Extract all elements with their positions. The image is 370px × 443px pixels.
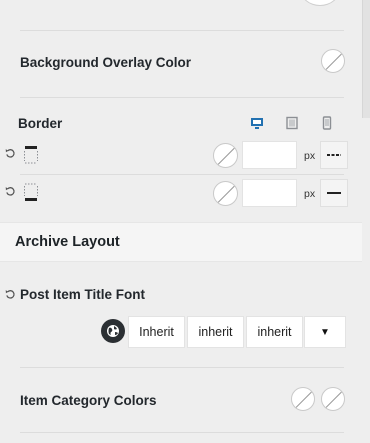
divider	[20, 432, 344, 433]
archive-layout-title: Archive Layout	[15, 234, 120, 250]
border-bottom-color-swatch[interactable]	[213, 181, 238, 206]
mobile-icon[interactable]	[320, 116, 334, 130]
archive-layout-section[interactable]: Archive Layout	[0, 222, 362, 262]
chevron-down-icon: ▼	[320, 326, 330, 338]
solid-line-icon	[327, 192, 341, 194]
dashed-line-icon	[327, 154, 341, 156]
background-overlay-color-swatch[interactable]	[321, 49, 345, 73]
post-item-title-font-label: Post Item Title Font	[20, 287, 146, 302]
reset-icon[interactable]	[5, 186, 16, 197]
border-top-unit[interactable]: px	[304, 150, 315, 162]
border-label: Border	[18, 116, 63, 131]
divider	[20, 97, 344, 98]
divider	[20, 30, 344, 31]
border-top-side-icon	[24, 146, 38, 164]
divider	[20, 367, 344, 368]
font-weight-select[interactable]: inherit	[187, 316, 244, 348]
border-bottom-style-select[interactable]	[320, 179, 348, 207]
border-bottom-width-input[interactable]	[242, 179, 297, 207]
border-bottom-unit[interactable]: px	[304, 188, 315, 200]
border-bottom-side-icon	[24, 183, 38, 201]
font-size-select[interactable]: inherit	[246, 316, 303, 348]
border-top-width-input[interactable]	[242, 141, 297, 169]
scrollbar[interactable]	[362, 0, 370, 118]
tablet-icon[interactable]	[285, 116, 299, 130]
reset-icon[interactable]	[5, 148, 16, 159]
desktop-icon[interactable]	[250, 116, 264, 130]
reset-icon[interactable]	[5, 289, 16, 300]
item-category-colors-label: Item Category Colors	[20, 393, 157, 408]
previous-color-swatch[interactable]	[300, 0, 340, 6]
border-top-color-swatch[interactable]	[213, 143, 238, 168]
divider	[20, 174, 344, 175]
item-category-color-swatch-2[interactable]	[321, 387, 345, 411]
border-top-style-select[interactable]	[320, 141, 348, 169]
font-options-dropdown[interactable]: ▼	[304, 316, 346, 348]
font-family-select[interactable]: Inherit	[128, 316, 185, 348]
background-overlay-color-label: Background Overlay Color	[20, 55, 192, 70]
globe-icon[interactable]	[101, 319, 125, 343]
item-category-color-swatch-1[interactable]	[291, 387, 315, 411]
